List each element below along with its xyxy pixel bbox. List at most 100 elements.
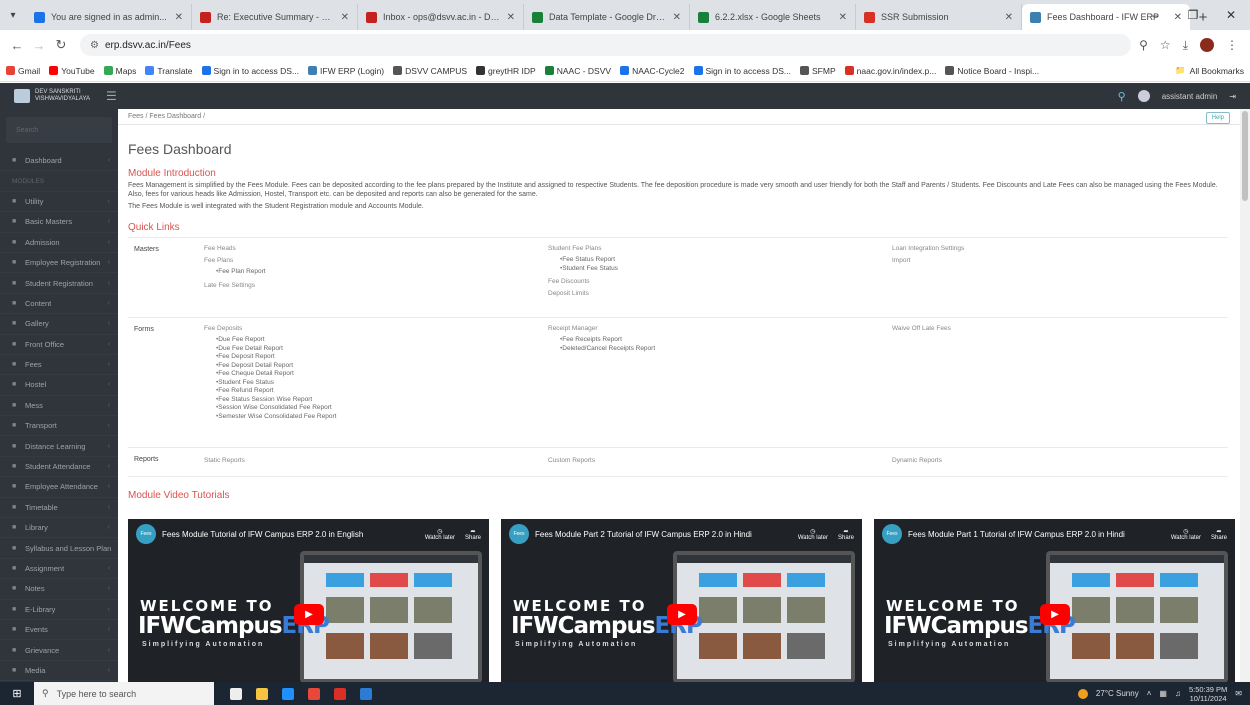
sidebar-item[interactable]: ■ Fees ‹ (0, 355, 118, 376)
link-late-fee-settings[interactable]: Late Fee Settings (204, 281, 266, 290)
link-waive-off-late-fees[interactable]: Waive Off Late Fees (892, 324, 951, 333)
channel-avatar[interactable]: Fees (509, 524, 529, 544)
tab-close-icon[interactable]: ✕ (839, 12, 847, 23)
video-embed[interactable]: Fees Fees Module Tutorial of IFW Campus E… (128, 519, 489, 682)
app-logo[interactable]: DEV SANSKRITI VISHWAVIDYALAYA (0, 89, 120, 103)
link-fee-discounts[interactable]: Fee Discounts (548, 277, 618, 286)
user-name[interactable]: assistant admin (1162, 92, 1218, 101)
task-view-icon[interactable] (230, 687, 242, 700)
breadcrumb[interactable]: Fees / Fees Dashboard / (118, 109, 1240, 125)
sidebar-item[interactable]: ■ Front Office ‹ (0, 335, 118, 355)
link-fee-deposits[interactable]: Fee Deposits (204, 324, 336, 333)
sidebar-item[interactable]: ■ Utility ‹ (0, 192, 118, 213)
file-explorer-icon[interactable] (256, 687, 268, 700)
link-deposit-limits[interactable]: Deposit Limits (548, 289, 618, 298)
bookmark-item[interactable]: YouTube (49, 66, 95, 76)
reload-icon[interactable]: ↻ (50, 37, 72, 53)
bookmark-item[interactable]: IFW ERP (Login) (308, 66, 384, 76)
link-fee-plans[interactable]: Fee Plans (204, 256, 266, 265)
watch-later-button[interactable]: ◷ Watch later (798, 528, 828, 541)
sidebar-item[interactable]: ■ Content ‹ (0, 294, 118, 315)
minimize-icon[interactable]: – (1136, 0, 1174, 30)
tab-close-icon[interactable]: ✕ (175, 12, 183, 23)
sidebar-item[interactable]: ■ Employee Registration ‹ (0, 253, 118, 274)
bookmark-item[interactable]: Maps (103, 66, 136, 76)
page-scrollbar[interactable] (1240, 109, 1250, 682)
tab-close-icon[interactable]: ✕ (673, 12, 681, 23)
quick-link-item[interactable]: Fee Deposit Report (216, 353, 336, 362)
share-button[interactable]: ➦ Share (838, 528, 854, 541)
share-button[interactable]: ➦ Share (1211, 528, 1227, 541)
watch-later-button[interactable]: ◷ Watch later (1171, 528, 1201, 541)
sidebar-item[interactable]: ■ Mess ‹ (0, 396, 118, 417)
link-receipt-manager[interactable]: Receipt Manager (548, 324, 655, 333)
quick-link-item[interactable]: Fee Deposit Detail Report (216, 362, 336, 371)
link-loan-integration[interactable]: Loan Integration Settings (892, 244, 964, 253)
bookmark-item[interactable]: Sign in to access DS... (693, 66, 791, 76)
site-info-icon[interactable]: ⚙ (90, 40, 99, 51)
quick-link-item[interactable]: Fee Status Report (560, 256, 618, 265)
sidebar-item[interactable]: ■ Dashboard ‹ (0, 151, 118, 172)
sidebar-item[interactable]: ■ Distance Learning ‹ (0, 436, 118, 457)
edge-icon[interactable] (282, 687, 294, 700)
play-icon[interactable]: ▶ (1040, 604, 1070, 625)
sidebar-item[interactable]: ■ E-Library ‹ (0, 600, 118, 620)
sidebar-item[interactable]: ■ Hostel ‹ (0, 375, 118, 396)
quick-link-item[interactable]: Session Wise Consolidated Fee Report (216, 404, 336, 413)
sidebar-item[interactable]: ■ Admission ‹ (0, 233, 118, 253)
browser-menu-icon[interactable]: ⋮ (1226, 38, 1238, 53)
taskbar-search[interactable]: ⚲ Type here to search (34, 682, 214, 705)
sidebar-item[interactable]: ■ Transport ‹ (0, 416, 118, 437)
play-icon[interactable]: ▶ (294, 604, 324, 625)
windows-start-icon[interactable]: ⊞ (0, 687, 34, 700)
browser-tab[interactable]: Inbox - ops@dsvv.ac.in - Dev... ✕ (358, 4, 524, 30)
browser-tab[interactable]: 6.2.2.xlsx - Google Sheets ✕ (690, 4, 856, 30)
word-icon[interactable] (360, 687, 372, 700)
quick-link-item[interactable]: Fee Receipts Report (560, 336, 655, 345)
bookmark-item[interactable]: Sign in to access DS... (201, 66, 299, 76)
quick-link-item[interactable]: Due Fee Report (216, 336, 336, 345)
scrollbar-thumb[interactable] (1242, 111, 1248, 201)
sidebar-item[interactable]: ■ Timetable ‹ (0, 498, 118, 519)
network-icon[interactable]: ▦ (1159, 689, 1167, 698)
bookmark-item[interactable]: Gmail (6, 66, 40, 76)
weather-text[interactable]: 27°C Sunny (1096, 689, 1139, 698)
quick-link-item[interactable]: Semester Wise Consolidated Fee Report (216, 413, 336, 422)
quick-link-item[interactable]: Fee Refund Report (216, 387, 336, 396)
sidebar-item[interactable]: ■ Basic Masters ‹ (0, 212, 118, 233)
acrobat-icon[interactable] (334, 687, 346, 700)
watch-later-button[interactable]: ◷ Watch later (425, 528, 455, 541)
sidebar-item[interactable]: ■ Student Registration ‹ (0, 273, 118, 294)
sidebar-item[interactable]: ■ Library ‹ (0, 518, 118, 539)
sidebar-item[interactable]: ■ Assignment ‹ (0, 559, 118, 580)
user-avatar[interactable] (1137, 90, 1150, 102)
video-title[interactable]: Fees Module Tutorial of IFW Campus ERP 2… (162, 530, 419, 539)
sidebar-item[interactable]: ■ Events ‹ (0, 620, 118, 641)
url-input[interactable]: ⚙ erp.dsvv.ac.in/Fees (80, 34, 1132, 56)
sidebar-item[interactable]: ■ Student Attendance ‹ (0, 457, 118, 478)
link-static-reports[interactable]: Static Reports (204, 456, 245, 465)
sidebar-item[interactable]: ■ Employee Attendance ‹ (0, 477, 118, 498)
sidebar-item[interactable]: ■ Media ‹ (0, 661, 118, 682)
bookmark-item[interactable]: DSVV CAMPUS (393, 66, 467, 76)
link-custom-reports[interactable]: Custom Reports (548, 456, 595, 465)
browser-tab[interactable]: You are signed in as admin... ✕ (26, 4, 192, 30)
bookmark-item[interactable]: Notice Board - Inspi... (945, 66, 1039, 76)
channel-avatar[interactable]: Fees (882, 524, 902, 544)
play-icon[interactable]: ▶ (667, 604, 697, 625)
browser-tab[interactable]: Re: Executive Summary - adhvi... ✕ (192, 4, 358, 30)
notification-icon[interactable]: ✉ (1235, 689, 1242, 698)
bookmark-item[interactable]: naac.gov.in/index.p... (844, 66, 936, 76)
bookmark-item[interactable]: NAAC-Cycle2 (620, 66, 685, 76)
tab-close-icon[interactable]: ✕ (341, 12, 349, 23)
bookmark-item[interactable]: SFMP (800, 66, 836, 76)
volume-icon[interactable]: ♫ (1175, 689, 1181, 698)
bookmark-item[interactable]: greytHR IDP (476, 66, 536, 76)
tab-close-icon[interactable]: ✕ (1005, 12, 1013, 23)
chrome-icon[interactable] (308, 687, 320, 700)
forward-icon[interactable]: → (28, 38, 50, 53)
video-title[interactable]: Fees Module Part 2 Tutorial of IFW Campu… (535, 530, 792, 539)
sidebar-search[interactable]: Search (6, 117, 112, 143)
channel-avatar[interactable]: Fees (136, 524, 156, 544)
all-bookmarks[interactable]: 📁 All Bookmarks (1175, 65, 1244, 76)
